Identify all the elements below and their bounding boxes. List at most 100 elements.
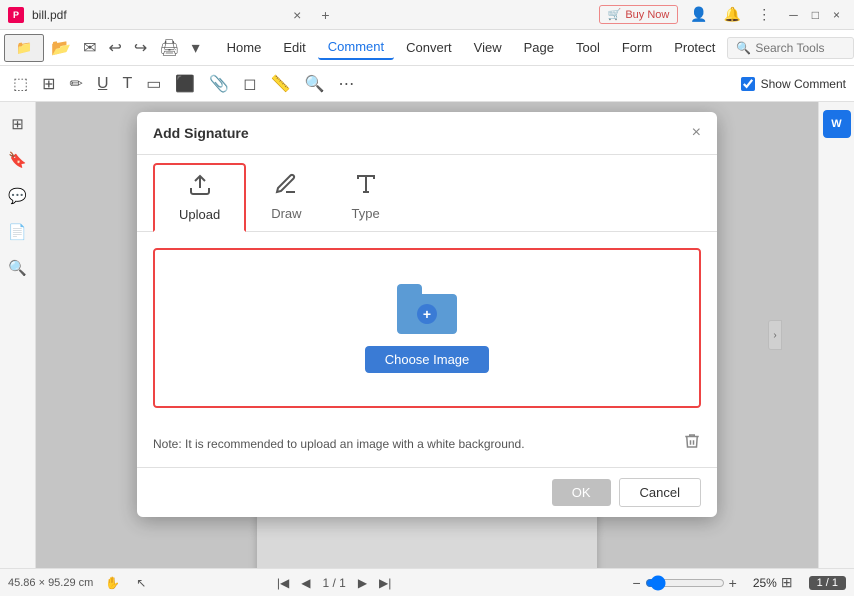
note-area: Note: It is recommended to upload an ima… bbox=[137, 424, 717, 467]
tool-underline[interactable]: U̲ bbox=[92, 72, 114, 96]
tool-highlight[interactable]: ✏ bbox=[65, 71, 88, 97]
menu-edit[interactable]: Edit bbox=[273, 36, 315, 59]
dimensions-label: 45.86 × 95.29 cm bbox=[8, 577, 93, 589]
show-comment-label: Show Comment bbox=[761, 77, 846, 91]
tool-more[interactable]: ⋯ bbox=[333, 71, 359, 97]
cursor-tool-btn[interactable]: ↖ bbox=[132, 575, 150, 591]
tool-search[interactable]: 🔍 bbox=[299, 71, 329, 97]
email-btn[interactable]: ✉ bbox=[78, 35, 101, 61]
zoom-in-btn[interactable]: + bbox=[729, 575, 737, 591]
sidebar-home-icon[interactable]: ⊞ bbox=[4, 110, 32, 138]
modal-footer: OK Cancel bbox=[137, 467, 717, 517]
tab-close-btn[interactable]: × bbox=[287, 5, 307, 25]
menu-protect[interactable]: Protect bbox=[664, 36, 725, 59]
ok-btn[interactable]: OK bbox=[552, 479, 611, 506]
menu-home[interactable]: Home bbox=[217, 36, 272, 59]
print-btn[interactable]: 🖨 bbox=[154, 35, 184, 61]
hand-tool-btn[interactable]: ✋ bbox=[101, 575, 124, 591]
type-tab-icon bbox=[354, 172, 378, 202]
tool-rect[interactable]: ▭ bbox=[141, 71, 166, 97]
modal-close-btn[interactable]: × bbox=[692, 124, 701, 142]
tool-stamp[interactable]: ⬛ bbox=[170, 71, 200, 97]
tab-upload[interactable]: Upload bbox=[153, 163, 246, 232]
left-sidebar: ⊞ 🔖 💬 📄 🔍 bbox=[0, 102, 36, 568]
draw-tab-icon bbox=[274, 172, 298, 202]
choose-image-btn[interactable]: Choose Image bbox=[365, 346, 490, 373]
modal-title: Add Signature bbox=[153, 125, 249, 141]
menu-file-btn[interactable]: 📁 bbox=[4, 34, 44, 62]
tool-select-2[interactable]: ⊞ bbox=[37, 71, 60, 97]
content-area: Wine Breather Carafe $59.95 KIVA DINING … bbox=[36, 102, 818, 568]
menu-convert[interactable]: Convert bbox=[396, 36, 462, 59]
file-title: bill.pdf bbox=[32, 8, 279, 22]
menu-comment[interactable]: Comment bbox=[318, 35, 394, 60]
right-panel: W bbox=[818, 102, 854, 568]
tab-type[interactable]: Type bbox=[327, 163, 405, 231]
open-btn[interactable]: 📂 bbox=[46, 35, 76, 61]
more-options-icon[interactable]: ⋮ bbox=[753, 4, 775, 25]
folder-icon: + bbox=[397, 284, 457, 334]
search-icon: 🔍 bbox=[736, 41, 751, 55]
search-tools-bar[interactable]: 🔍 bbox=[727, 37, 854, 59]
tool-shape[interactable]: ◻ bbox=[238, 71, 261, 97]
sidebar-comment-icon[interactable]: 💬 bbox=[4, 182, 32, 210]
search-input[interactable] bbox=[755, 41, 845, 55]
cancel-btn[interactable]: Cancel bbox=[619, 478, 701, 507]
next-page-btn[interactable]: ▶ bbox=[354, 575, 371, 591]
comment-toolbar: ⬚ ⊞ ✏ U̲ T ▭ ⬛ 📎 ◻ 📏 🔍 ⋯ Show Comment bbox=[0, 66, 854, 102]
zoom-out-btn[interactable]: − bbox=[632, 575, 640, 591]
show-comment-area: Show Comment bbox=[741, 77, 846, 91]
folder-tab bbox=[397, 284, 422, 294]
notification-icon[interactable]: 🔔 bbox=[720, 4, 745, 25]
file-icon: 📁 bbox=[16, 40, 32, 55]
tool-select-1[interactable]: ⬚ bbox=[8, 71, 33, 97]
dropdown-btn[interactable]: ▾ bbox=[187, 35, 205, 61]
zoom-pct-label: 25% bbox=[741, 576, 777, 590]
sidebar-bookmark-icon[interactable]: 🔖 bbox=[4, 146, 32, 174]
fit-page-btn[interactable]: ⊞ bbox=[781, 574, 793, 591]
note-text: Note: It is recommended to upload an ima… bbox=[153, 437, 525, 451]
tool-text[interactable]: T bbox=[118, 72, 138, 96]
maximize-btn[interactable]: □ bbox=[806, 6, 825, 24]
page-indicator: 1 / 1 bbox=[318, 576, 349, 590]
upload-inner: + Choose Image bbox=[365, 284, 490, 373]
last-page-btn[interactable]: ▶| bbox=[375, 575, 395, 591]
tool-attach[interactable]: 📎 bbox=[204, 71, 234, 97]
folder-plus-icon: + bbox=[417, 304, 437, 324]
sidebar-pages-icon[interactable]: 📄 bbox=[4, 218, 32, 246]
first-page-btn[interactable]: |◀ bbox=[273, 575, 293, 591]
menu-bar: 📁 📂 ✉ ↩ ↪ 🖨 ▾ Home Edit Comment Convert … bbox=[0, 30, 854, 66]
page-badge: 1 / 1 bbox=[809, 576, 846, 590]
zoom-slider[interactable] bbox=[645, 575, 725, 591]
tab-draw[interactable]: Draw bbox=[246, 163, 326, 231]
modal-overlay: Add Signature × U bbox=[36, 102, 818, 568]
account-icon[interactable]: 👤 bbox=[686, 4, 711, 25]
redo-btn[interactable]: ↪ bbox=[129, 35, 152, 61]
zoom-area: − + 25% ⊞ bbox=[632, 574, 792, 591]
cart-icon: 🛒 bbox=[608, 8, 622, 21]
menu-form[interactable]: Form bbox=[612, 36, 662, 59]
show-comment-checkbox[interactable] bbox=[741, 77, 755, 91]
page-nav: |◀ ◀ 1 / 1 ▶ ▶| bbox=[273, 575, 396, 591]
window-close-btn[interactable]: × bbox=[827, 6, 846, 24]
modal-tabs: Upload Draw bbox=[137, 155, 717, 232]
status-bar: 45.86 × 95.29 cm ✋ ↖ |◀ ◀ 1 / 1 ▶ ▶| − +… bbox=[0, 568, 854, 596]
word-icon[interactable]: W bbox=[823, 110, 851, 138]
upload-drop-area[interactable]: + Choose Image bbox=[153, 248, 701, 408]
undo-btn[interactable]: ↩ bbox=[104, 35, 127, 61]
tab-draw-label: Draw bbox=[271, 206, 301, 221]
buy-now-btn[interactable]: 🛒 Buy Now bbox=[599, 5, 679, 24]
upload-tab-icon bbox=[188, 173, 212, 203]
title-bar: P bill.pdf × + 🛒 Buy Now 👤 🔔 ⋮ ─ □ × bbox=[0, 0, 854, 30]
minimize-btn[interactable]: ─ bbox=[783, 6, 804, 24]
tool-measure[interactable]: 📏 bbox=[266, 71, 296, 97]
app-icon: P bbox=[8, 7, 24, 23]
prev-page-btn[interactable]: ◀ bbox=[297, 575, 314, 591]
sidebar-search-icon[interactable]: 🔍 bbox=[4, 254, 32, 282]
menu-view[interactable]: View bbox=[464, 36, 512, 59]
new-tab-btn[interactable]: + bbox=[315, 5, 335, 25]
delete-btn[interactable] bbox=[683, 432, 701, 455]
menu-tool[interactable]: Tool bbox=[566, 36, 610, 59]
menu-page[interactable]: Page bbox=[514, 36, 564, 59]
tab-type-label: Type bbox=[352, 206, 380, 221]
